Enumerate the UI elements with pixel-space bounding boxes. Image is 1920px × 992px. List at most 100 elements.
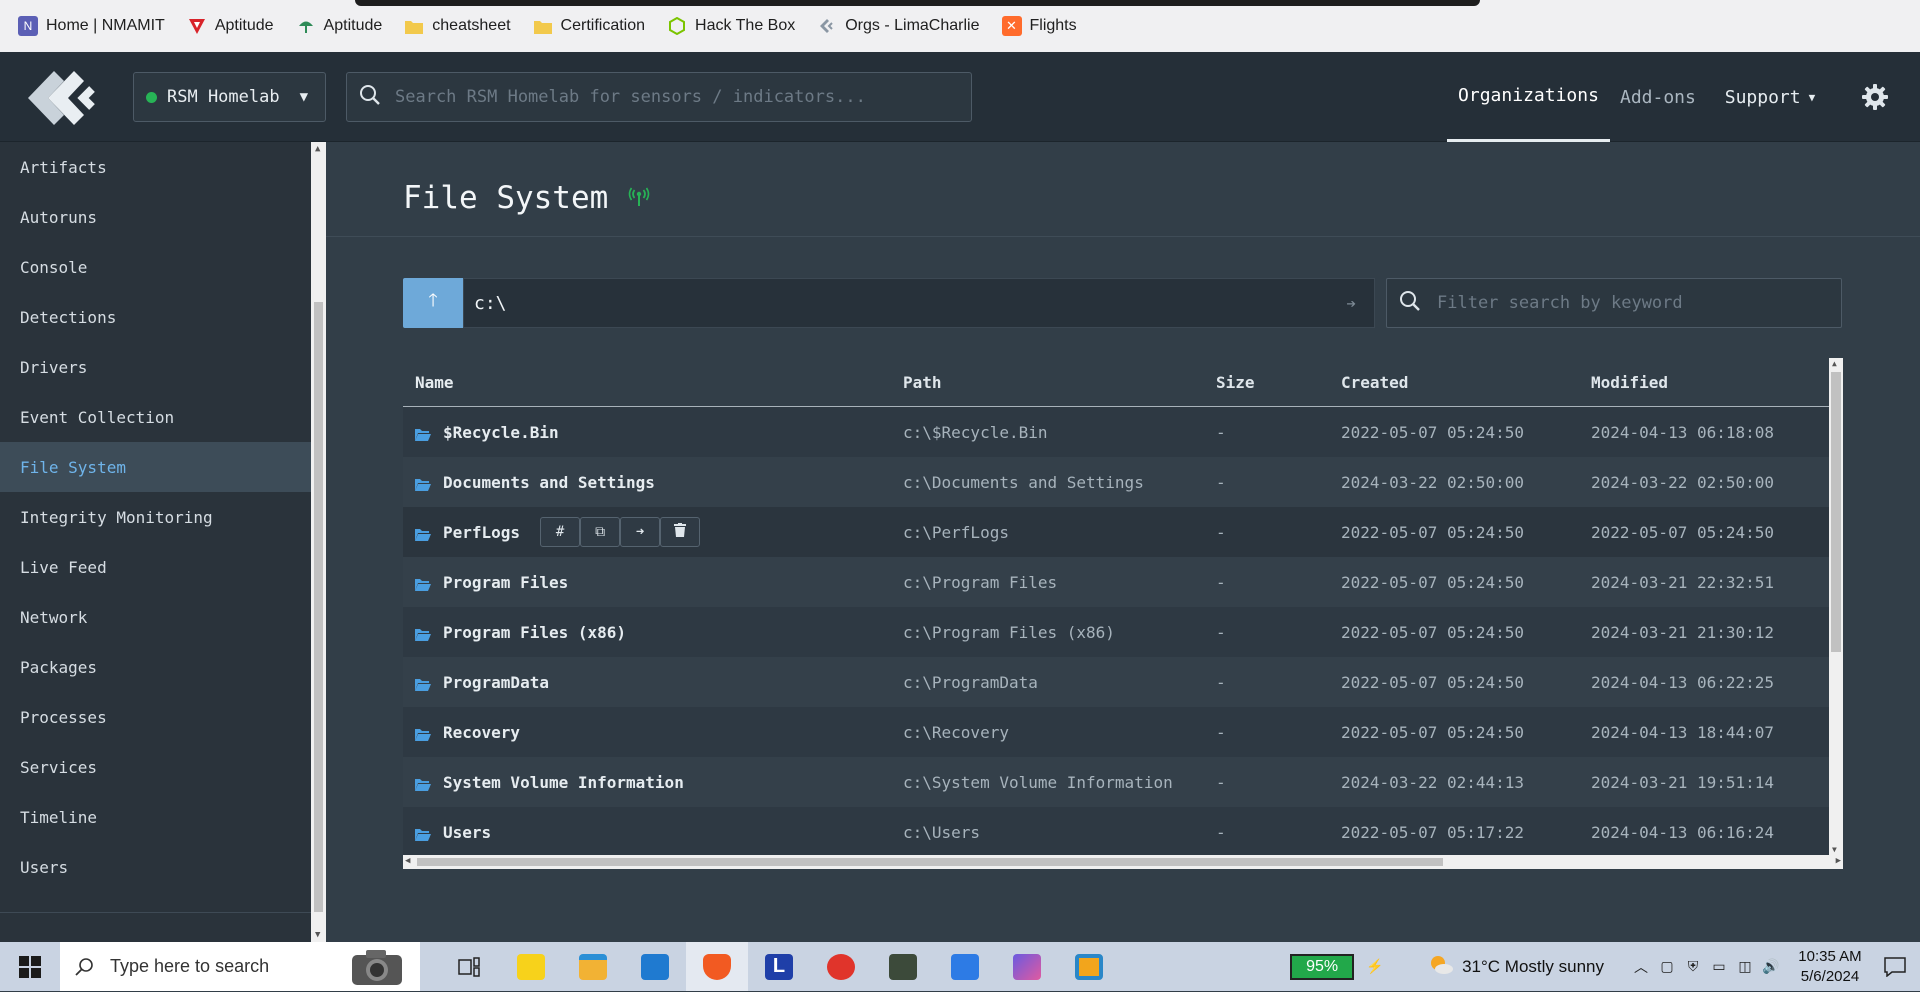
start-button[interactable] xyxy=(0,942,60,991)
hash-button[interactable]: # xyxy=(540,517,581,547)
bookmark-hack-the-box[interactable]: Hack The Box xyxy=(667,16,795,36)
table-row[interactable]: $Recycle.Bin c:\$Recycle.Bin - 2022-05-0… xyxy=(403,407,1829,457)
bookmark-aptitude-1[interactable]: Aptitude xyxy=(187,16,274,36)
sidebar-item-event-collection[interactable]: Event Collection xyxy=(0,392,311,442)
go-arrow-icon[interactable]: ➔ xyxy=(1346,294,1356,313)
battery-icon[interactable]: ▭ xyxy=(1706,958,1732,975)
row-name[interactable]: System Volume Information xyxy=(443,773,684,792)
l-app[interactable]: L xyxy=(748,942,810,991)
nav-support[interactable]: Support ▼ xyxy=(1710,52,1830,142)
folder-open-icon xyxy=(415,726,431,741)
sidebar-item-autoruns[interactable]: Autoruns xyxy=(0,192,311,242)
scroll-up-icon[interactable]: ▲ xyxy=(1832,359,1837,368)
row-name[interactable]: $Recycle.Bin xyxy=(443,423,559,442)
settings-button[interactable] xyxy=(1830,52,1920,142)
taskbar-search[interactable]: Type here to search xyxy=(60,942,420,991)
clock[interactable]: 10:35 AM 5/6/2024 xyxy=(1790,947,1870,987)
scroll-right-icon[interactable]: ▶ xyxy=(1836,856,1841,866)
bookmark-cheatsheet[interactable]: cheatsheet xyxy=(404,16,511,36)
sidebar-item-processes[interactable]: Processes xyxy=(0,692,311,742)
column-name[interactable]: Name xyxy=(403,373,903,392)
parent-directory-button[interactable]: 🡑 xyxy=(403,278,463,328)
sidebar-item-live-feed[interactable]: Live Feed xyxy=(0,542,311,592)
meet-now-icon[interactable]: ▢ xyxy=(1654,958,1680,975)
mail-app[interactable] xyxy=(624,942,686,991)
path-input[interactable] xyxy=(474,292,1347,314)
table-row[interactable]: Users c:\Users - 2022-05-07 05:17:22 202… xyxy=(403,807,1829,857)
photo-app[interactable] xyxy=(872,942,934,991)
brave-browser-app[interactable] xyxy=(686,942,748,991)
path-field[interactable]: ➔ xyxy=(463,278,1375,328)
weather-widget[interactable]: 31°C Mostly sunny xyxy=(1428,953,1604,980)
nav-addons[interactable]: Add-ons xyxy=(1610,52,1710,142)
photos-app[interactable] xyxy=(996,942,1058,991)
row-name[interactable]: PerfLogs xyxy=(443,523,520,542)
column-modified[interactable]: Modified xyxy=(1591,373,1829,392)
navigate-button[interactable]: ➜ xyxy=(620,517,661,547)
table-row[interactable]: PerfLogs # ⧉ ➜ c:\PerfLogs - 2022-05-07 … xyxy=(403,507,1829,557)
sticky-notes-app[interactable] xyxy=(500,942,562,991)
sidebar-item-integrity-monitoring[interactable]: Integrity Monitoring xyxy=(0,492,311,542)
row-name[interactable]: ProgramData xyxy=(443,673,549,692)
table-row[interactable]: Program Files (x86) c:\Program Files (x8… xyxy=(403,607,1829,657)
sidebar-item-timeline[interactable]: Timeline xyxy=(0,792,311,842)
scroll-down-icon[interactable]: ▼ xyxy=(1832,845,1837,854)
battery-indicator[interactable]: 95% xyxy=(1290,953,1355,980)
copy-button[interactable]: ⧉ xyxy=(580,517,621,547)
sidebar-item-packages[interactable]: Packages xyxy=(0,642,311,692)
filter-search[interactable] xyxy=(1386,278,1842,328)
row-name[interactable]: Recovery xyxy=(443,723,520,742)
nav-organizations[interactable]: Organizations xyxy=(1447,52,1610,142)
table-row[interactable]: Documents and Settings c:\Documents and … xyxy=(403,457,1829,507)
chevron-up-icon[interactable]: ︿ xyxy=(1628,957,1654,977)
calendar-app[interactable] xyxy=(934,942,996,991)
delete-button[interactable] xyxy=(660,517,701,547)
notifications-button[interactable] xyxy=(1870,956,1920,977)
limacharlie-logo[interactable] xyxy=(26,69,102,127)
sidebar-scrollbar[interactable]: ▲ ▼ xyxy=(311,142,326,942)
scroll-left-icon[interactable]: ◀ xyxy=(405,856,410,866)
sidebar-item-network[interactable]: Network xyxy=(0,592,311,642)
filter-search-input[interactable] xyxy=(1437,293,1841,313)
sidebar-item-drivers[interactable]: Drivers xyxy=(0,342,311,392)
security-icon[interactable]: ⛨ xyxy=(1680,958,1706,975)
row-name[interactable]: Program Files xyxy=(443,573,568,592)
sidebar-item-detections[interactable]: Detections xyxy=(0,292,311,342)
row-name[interactable]: Users xyxy=(443,823,491,842)
volume-icon[interactable]: 🔊 xyxy=(1758,958,1784,975)
table-row[interactable]: Program Files c:\Program Files - 2022-05… xyxy=(403,557,1829,607)
file-explorer-app[interactable] xyxy=(562,942,624,991)
bookmark-aptitude-2[interactable]: Aptitude xyxy=(296,16,382,36)
table-vscroll-thumb[interactable] xyxy=(1831,372,1841,652)
row-name[interactable]: Program Files (x86) xyxy=(443,623,626,642)
org-selector[interactable]: RSM Homelab ▼ xyxy=(133,72,326,122)
bookmark-flights[interactable]: ✕ Flights xyxy=(1001,16,1077,36)
sidebar-scroll-thumb[interactable] xyxy=(314,302,323,912)
scroll-down-icon[interactable]: ▼ xyxy=(315,930,320,940)
table-horizontal-scrollbar[interactable]: ◀ ▶ xyxy=(403,855,1843,869)
sidebar-item-artifacts[interactable]: Artifacts xyxy=(0,142,311,192)
bookmark-limacharlie[interactable]: Orgs - LimaCharlie xyxy=(817,16,980,36)
sidebar-item-users[interactable]: Users xyxy=(0,842,311,892)
bookmark-certification[interactable]: Certification xyxy=(533,16,645,36)
column-path[interactable]: Path xyxy=(903,373,1216,392)
task-view-button[interactable] xyxy=(438,942,500,991)
column-created[interactable]: Created xyxy=(1341,373,1591,392)
sidebar-item-services[interactable]: Services xyxy=(0,742,311,792)
bookmark-home-nmamit[interactable]: N Home | NMAMIT xyxy=(18,16,165,36)
global-search-input[interactable] xyxy=(395,87,971,107)
wps-office-app[interactable] xyxy=(810,942,872,991)
table-row[interactable]: Recovery c:\Recovery - 2022-05-07 05:24:… xyxy=(403,707,1829,757)
vmware-app[interactable] xyxy=(1058,942,1120,991)
column-size[interactable]: Size xyxy=(1216,373,1341,392)
sidebar-item-file-system[interactable]: File System xyxy=(0,442,311,492)
table-row[interactable]: System Volume Information c:\System Volu… xyxy=(403,757,1829,807)
table-row[interactable]: ProgramData c:\ProgramData - 2022-05-07 … xyxy=(403,657,1829,707)
row-name[interactable]: Documents and Settings xyxy=(443,473,655,492)
scroll-up-icon[interactable]: ▲ xyxy=(315,144,320,154)
table-vertical-scrollbar[interactable]: ▲ ▼ xyxy=(1829,358,1843,855)
table-hscroll-thumb[interactable] xyxy=(417,858,1443,866)
network-icon[interactable]: ◫ xyxy=(1732,958,1758,975)
sidebar-item-console[interactable]: Console xyxy=(0,242,311,292)
global-search[interactable] xyxy=(346,72,972,122)
